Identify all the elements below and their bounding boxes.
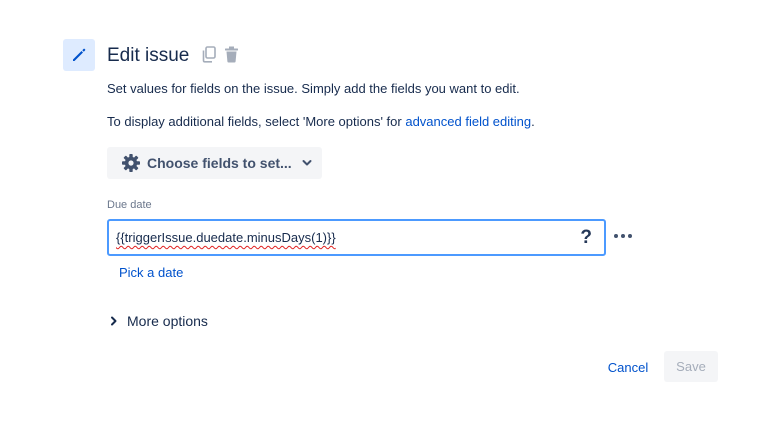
chevron-right-icon [111,316,117,326]
save-button[interactable]: Save [664,351,718,382]
description-line-2: To display additional fields, select 'Mo… [107,114,535,130]
title-actions [201,45,239,63]
help-icon[interactable]: ? [580,227,592,249]
dot [621,234,625,238]
choose-fields-label: Choose fields to set... [147,155,292,171]
choose-fields-button[interactable]: Choose fields to set... [107,147,322,179]
chevron-down-icon [302,159,312,167]
dot [614,234,618,238]
due-date-value[interactable]: {{triggerIssue.duedate.minusDays(1)}} [116,230,336,245]
description-line-1: Set values for fields on the issue. Simp… [107,81,520,96]
due-date-input[interactable]: {{triggerIssue.duedate.minusDays(1)}} ? [107,219,606,256]
pick-a-date-link[interactable]: Pick a date [119,265,183,280]
pencil-icon [73,48,86,61]
advanced-field-editing-link[interactable]: advanced field editing [405,114,531,129]
more-actions-icon[interactable] [614,230,632,242]
due-date-label: Due date [107,199,152,211]
gear-icon [122,154,140,172]
page-title: Edit issue [107,45,190,66]
more-options-label: More options [127,313,208,329]
description-line-2-suffix: . [531,114,535,129]
description-line-2-prefix: To display additional fields, select 'Mo… [107,114,406,129]
trash-icon[interactable] [223,45,239,63]
dot [628,234,632,238]
cancel-button[interactable]: Cancel [600,352,656,382]
edit-issue-icon-tile [63,39,95,71]
more-options-toggle[interactable]: More options [110,313,208,329]
copy-icon[interactable] [201,45,217,63]
